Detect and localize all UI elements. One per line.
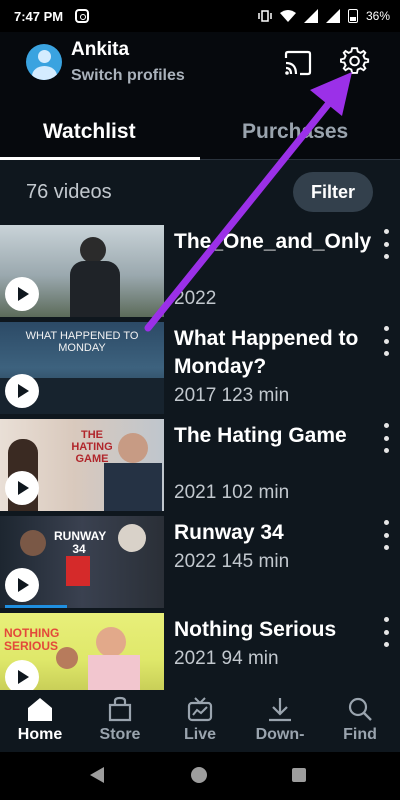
profile-name[interactable]: Ankita [71,39,129,61]
status-time: 7:47 PM [14,8,64,24]
list-item[interactable]: THE HATING GAME The Hating Game 2021 102… [0,419,400,511]
instagram-notification-icon [75,9,90,23]
list-item[interactable]: The_One_and_Only 2022 [0,225,400,317]
store-icon [108,696,132,722]
live-tv-icon [187,697,213,722]
nav-label: Store [99,726,141,743]
thumbnail-title: WHAT HAPPENED TO MONDAY [25,330,139,355]
item-meta: 2022 145 min [174,551,290,572]
play-icon[interactable] [5,277,39,311]
thumbnail[interactable] [0,225,164,317]
battery-icon [347,9,358,23]
item-meta: 2017 123 min [174,385,290,406]
signal-icon [303,9,318,23]
more-options-icon[interactable] [382,326,390,356]
more-options-icon[interactable] [382,229,390,259]
nav-label: Down- [255,726,305,743]
item-meta: 2022 [174,288,217,309]
thumbnail-title: THE HATING GAME [71,429,113,466]
signal-icon [325,9,340,23]
nav-live[interactable]: Live [160,696,240,744]
nav-store[interactable]: Store [80,696,160,744]
play-icon[interactable] [5,568,39,602]
avatar[interactable] [26,44,62,80]
thumbnail-title: RUNWAY 34 [54,529,107,557]
nav-find[interactable]: Find [320,696,400,744]
item-title[interactable]: The Hating Game [174,422,374,450]
battery-percent: 36% [365,9,390,23]
bottom-navigation: Home Store Live Down- Find [0,690,400,752]
nav-downloads[interactable]: Down- [240,696,320,744]
gear-icon[interactable] [340,46,370,76]
home-button-icon[interactable] [191,767,207,783]
home-icon [28,698,52,721]
item-title[interactable]: The_One_and_Only [174,228,374,256]
nav-home[interactable]: Home [0,696,80,744]
status-bar: 7:47 PM 36% [0,0,400,32]
progress-bar [5,605,67,608]
play-icon[interactable] [5,471,39,505]
more-options-icon[interactable] [382,617,390,647]
item-meta: 2021 102 min [174,482,290,503]
tab-watchlist[interactable]: Watchlist [43,120,136,144]
item-title[interactable]: Nothing Serious [174,616,374,644]
system-navigation-bar [0,752,400,800]
vibrate-icon [258,10,272,22]
download-icon [269,698,291,722]
list-item[interactable]: RUNWAY 34 Runway 34 2022 145 min [0,516,400,608]
tab-purchases[interactable]: Purchases [242,120,348,144]
video-count: 76 videos [26,181,112,203]
nav-label: Live [183,726,216,743]
search-icon [348,697,372,721]
more-options-icon[interactable] [382,423,390,453]
recent-apps-icon[interactable] [292,768,306,782]
nav-label: Home [17,726,63,743]
app-header: Ankita Switch profiles [0,32,400,102]
thumbnail[interactable]: WHAT HAPPENED TO MONDAY [0,322,164,414]
play-icon[interactable] [5,374,39,408]
more-options-icon[interactable] [382,520,390,550]
status-icons: 36% [258,9,390,23]
item-meta: 2021 94 min [174,648,279,669]
filter-button[interactable]: Filter [293,172,373,212]
item-title[interactable]: Runway 34 [174,519,374,547]
nav-label: Find [343,726,377,743]
back-icon[interactable] [90,767,104,783]
play-icon[interactable] [5,660,39,690]
thumbnail[interactable]: RUNWAY 34 [0,516,164,608]
tab-bar: Watchlist Purchases [0,102,400,160]
item-title[interactable]: What Happened to Monday? [174,325,374,381]
thumbnail[interactable]: THE HATING GAME [0,419,164,511]
cast-icon[interactable] [283,50,313,76]
list-item[interactable]: WHAT HAPPENED TO MONDAY What Happened to… [0,322,400,414]
switch-profiles-link[interactable]: Switch profiles [71,67,185,85]
thumbnail[interactable]: NOTHING SERIOUS [0,613,164,690]
active-tab-indicator [0,157,200,160]
wifi-icon [279,10,296,22]
